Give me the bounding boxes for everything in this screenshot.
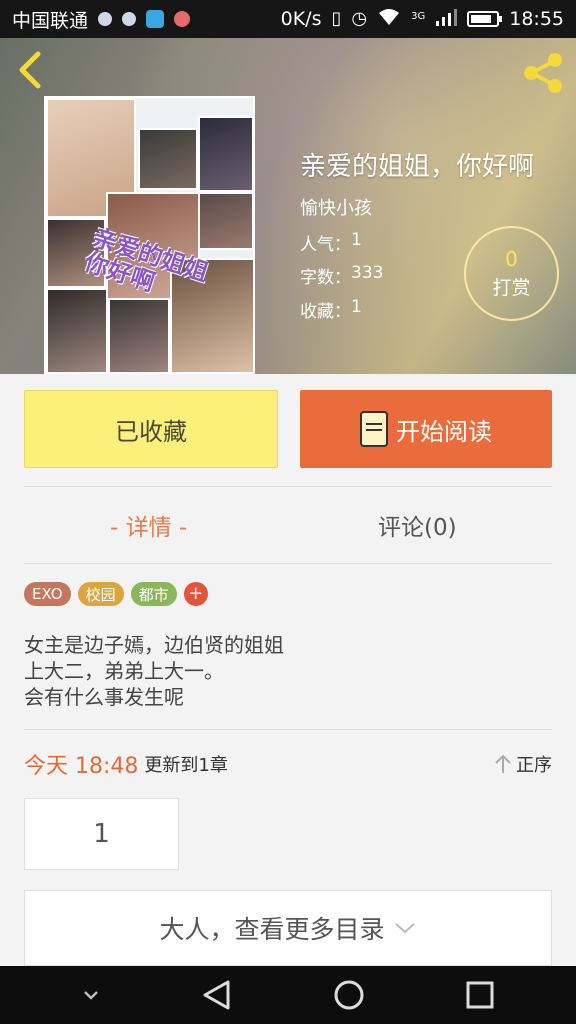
more-catalog-button[interactable]: 大人，查看更多目录: [24, 890, 552, 966]
system-nav-bar: [0, 966, 576, 1024]
tag-list: EXO 校园 都市 +: [24, 582, 208, 606]
cover-photo: [108, 298, 170, 372]
tip-button[interactable]: 0 打赏: [464, 226, 559, 321]
sort-order-label: 正序: [516, 755, 552, 776]
status-bar: 中国联通 0K/s ▯ ◷ 3G 18:55: [0, 0, 576, 38]
book-header: 亲爱的姐姐 你好啊 亲爱的姐姐，你好啊 愉快小孩 人气： 1 字数： 333 收…: [0, 38, 576, 374]
share-icon: [524, 53, 562, 93]
update-info: 今天 18:48 更新到1章 正序: [24, 748, 552, 780]
carrier-name: 中国联通: [12, 9, 89, 32]
add-tag-button[interactable]: +: [183, 582, 208, 606]
notification-icon: [98, 12, 113, 26]
notification-icon: [122, 12, 137, 26]
share-button[interactable]: [520, 50, 566, 96]
cover-photo: [198, 192, 253, 250]
divider: [24, 563, 552, 564]
back-arrow-icon: [19, 51, 41, 89]
chapter-item[interactable]: 1: [24, 798, 179, 870]
battery-icon: [467, 11, 503, 27]
back-button[interactable]: [12, 48, 52, 92]
hide-keyboard-icon[interactable]: [79, 987, 103, 1003]
favorites-label: 收藏：: [300, 302, 351, 322]
update-text: 更新到1章: [144, 755, 228, 776]
cover-photo: [138, 128, 198, 190]
tab-details[interactable]: - 详情 -: [110, 508, 187, 542]
tag-exo[interactable]: EXO: [24, 582, 71, 606]
update-time: 今天 18:48: [24, 754, 139, 779]
popularity-stat: 人气： 1: [300, 230, 362, 255]
book-icon: [360, 411, 388, 447]
chevron-down-icon: [394, 923, 415, 934]
popularity-value: 1: [351, 230, 362, 250]
arrow-up-icon: [495, 754, 511, 773]
recents-nav-icon[interactable]: [463, 978, 497, 1012]
cover-photo: [198, 116, 253, 192]
clock: 18:55: [509, 8, 564, 30]
tip-count: 0: [505, 247, 518, 271]
start-reading-button[interactable]: 开始阅读: [300, 390, 552, 468]
divider: [24, 729, 552, 730]
divider: [24, 486, 552, 487]
favorites-value: 1: [351, 297, 362, 317]
more-catalog-label: 大人，查看更多目录: [159, 915, 385, 944]
book-cover[interactable]: 亲爱的姐姐 你好啊: [44, 96, 255, 374]
author-name[interactable]: 愉快小孩: [300, 194, 372, 220]
word-count-stat: 字数： 333: [300, 263, 383, 288]
tag-campus[interactable]: 校园: [77, 582, 124, 606]
word-count-value: 333: [351, 263, 384, 283]
book-description: 女主是边子嫣，边伯贤的姐姐 上大二，弟弟上大一。 会有什么事发生呢: [24, 632, 284, 710]
start-reading-label: 开始阅读: [396, 417, 492, 446]
book-title: 亲爱的姐姐，你好啊: [300, 152, 535, 182]
network-type: 3G: [411, 10, 426, 22]
favorited-button[interactable]: 已收藏: [24, 390, 278, 468]
back-nav-icon[interactable]: [200, 978, 234, 1012]
sort-order-button[interactable]: 正序: [492, 751, 552, 777]
home-nav-icon[interactable]: [332, 978, 366, 1012]
description-line: 上大二，弟弟上大一。: [24, 659, 224, 683]
app-notification-icon: [146, 10, 165, 28]
signal-icon: [435, 7, 458, 32]
network-speed: 0K/s: [280, 8, 322, 30]
popularity-label: 人气：: [300, 235, 351, 255]
description-line: 女主是边子嫣，边伯贤的姐姐: [24, 633, 284, 657]
word-count-label: 字数：: [300, 268, 351, 288]
tag-urban[interactable]: 都市: [130, 582, 177, 606]
alarm-icon: ◷: [351, 8, 368, 29]
favorites-stat: 收藏： 1: [300, 297, 362, 322]
wifi-icon: [377, 7, 401, 32]
description-line: 会有什么事发生呢: [24, 685, 184, 709]
tab-comments[interactable]: 评论(0): [378, 508, 457, 542]
app-notification-icon: [174, 11, 191, 27]
vibrate-icon: ▯: [331, 8, 342, 29]
tip-label: 打赏: [492, 277, 531, 299]
cover-photo: [46, 288, 108, 372]
